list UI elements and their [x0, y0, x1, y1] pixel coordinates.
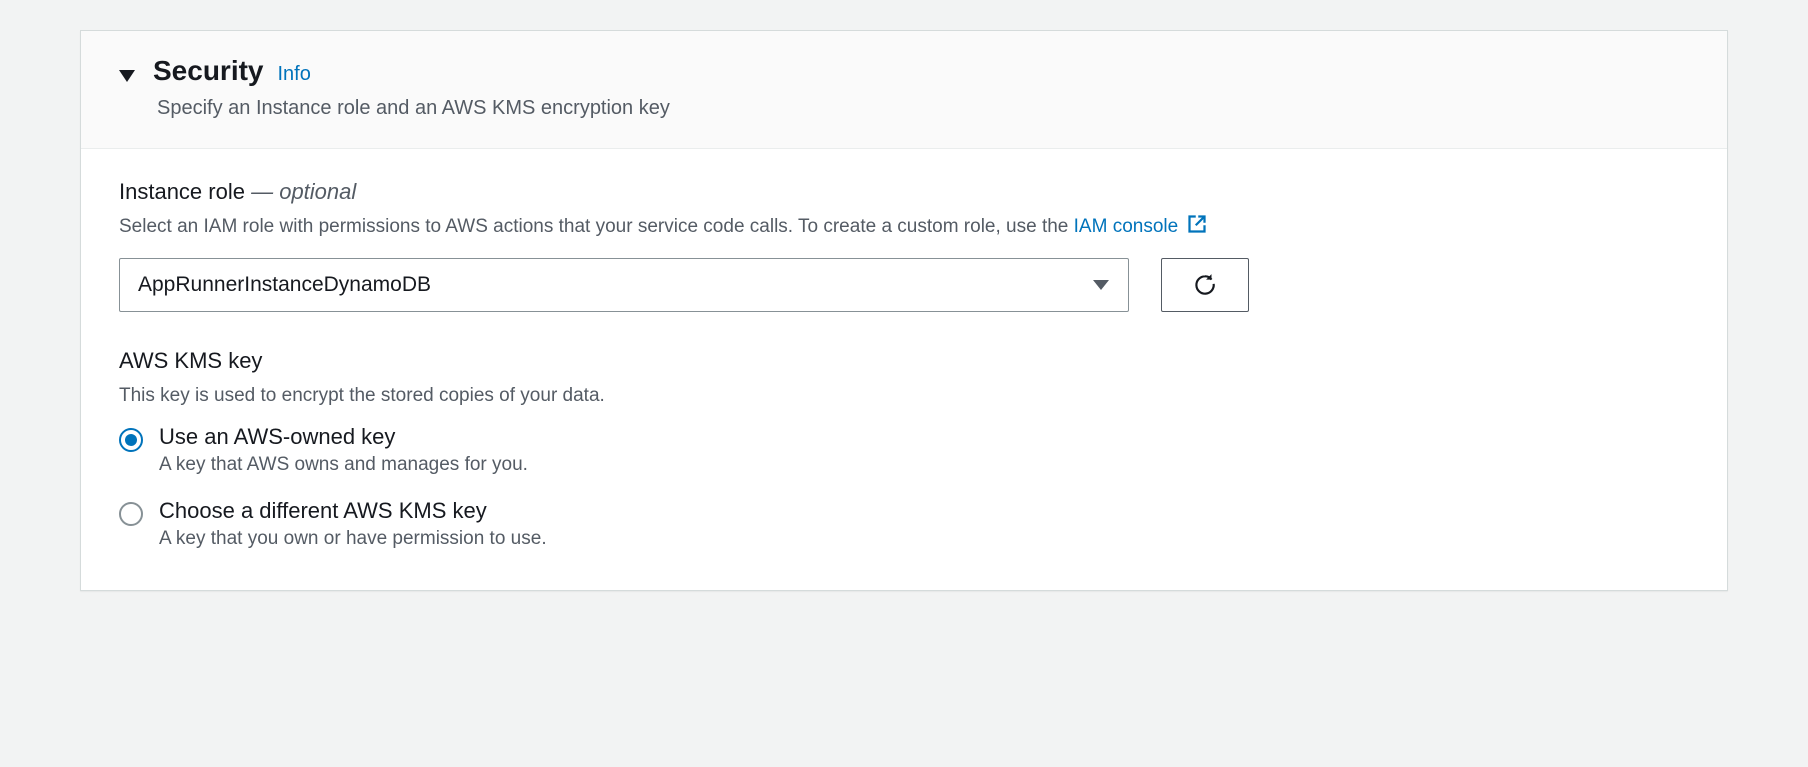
external-link-icon: [1187, 214, 1207, 244]
collapse-triangle-icon[interactable]: [119, 70, 135, 82]
kms-radio-different[interactable]: [119, 502, 143, 526]
iam-console-link[interactable]: IAM console: [1074, 216, 1208, 237]
instance-role-optional: — optional: [251, 179, 356, 204]
instance-role-help: Select an IAM role with permissions to A…: [119, 213, 1689, 244]
iam-console-link-text: IAM console: [1074, 216, 1179, 237]
panel-subtitle: Specify an Instance role and an AWS KMS …: [157, 97, 1689, 120]
kms-radio-group: Use an AWS-owned key A key that AWS owns…: [119, 424, 1689, 550]
kms-label-row: AWS KMS key: [119, 348, 1689, 374]
refresh-button[interactable]: [1161, 258, 1249, 312]
kms-radio-aws-owned[interactable]: [119, 428, 143, 452]
panel-header: Security Info Specify an Instance role a…: [81, 31, 1727, 149]
kms-option-different[interactable]: Choose a different AWS KMS key A key tha…: [119, 498, 1689, 550]
security-panel: Security Info Specify an Instance role a…: [80, 30, 1728, 591]
kms-option-aws-owned[interactable]: Use an AWS-owned key A key that AWS owns…: [119, 424, 1689, 476]
kms-option-text: Choose a different AWS KMS key A key tha…: [159, 498, 547, 550]
instance-role-select-row: [119, 258, 1689, 312]
instance-role-label-row: Instance role — optional: [119, 179, 1689, 205]
kms-field: AWS KMS key This key is used to encrypt …: [119, 348, 1689, 551]
panel-body: Instance role — optional Select an IAM r…: [81, 149, 1727, 590]
refresh-icon: [1192, 272, 1218, 298]
instance-role-help-text: Select an IAM role with permissions to A…: [119, 216, 1074, 237]
instance-role-select-wrap: [119, 258, 1129, 312]
kms-label: AWS KMS key: [119, 348, 262, 373]
instance-role-field: Instance role — optional Select an IAM r…: [119, 179, 1689, 312]
kms-help: This key is used to encrypt the stored c…: [119, 382, 1689, 411]
panel-title-row: Security Info: [119, 55, 1689, 87]
instance-role-select[interactable]: [119, 258, 1129, 312]
kms-option-desc: A key that AWS owns and manages for you.: [159, 454, 528, 476]
info-link[interactable]: Info: [278, 63, 311, 86]
kms-option-title: Choose a different AWS KMS key: [159, 498, 547, 524]
instance-role-label: Instance role: [119, 179, 245, 204]
panel-title: Security: [153, 55, 264, 87]
kms-option-desc: A key that you own or have permission to…: [159, 528, 547, 550]
kms-option-text: Use an AWS-owned key A key that AWS owns…: [159, 424, 528, 476]
kms-option-title: Use an AWS-owned key: [159, 424, 528, 450]
